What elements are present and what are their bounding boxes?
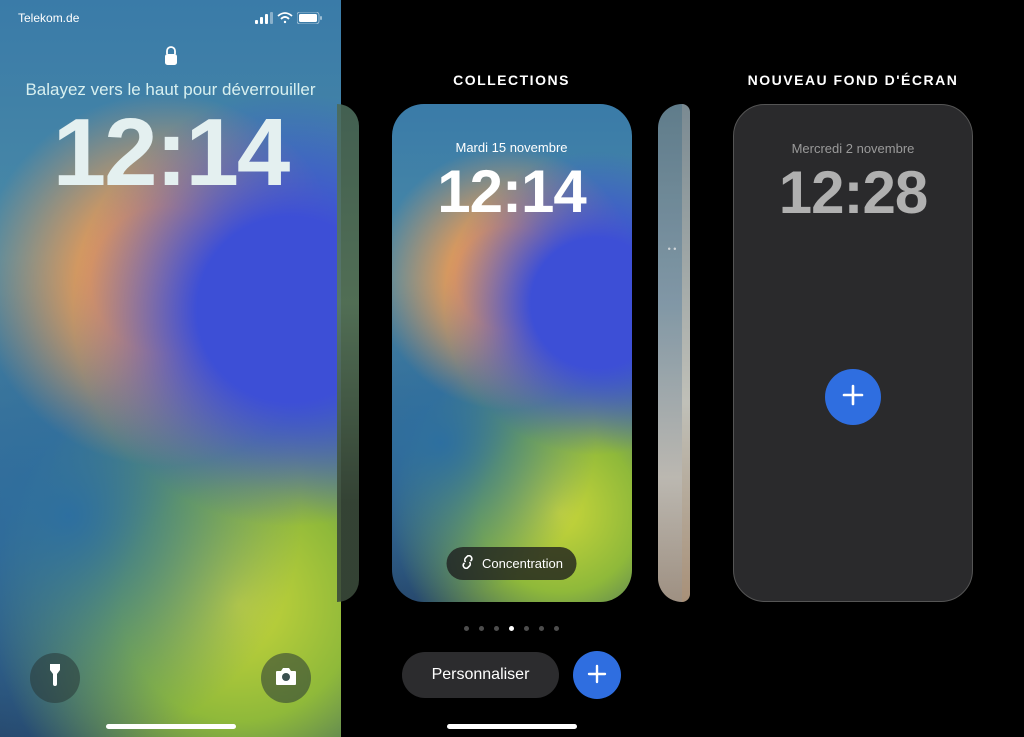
page-dot: [479, 626, 484, 631]
page-indicator: [341, 626, 682, 631]
wallpaper-preview-card[interactable]: Mardi 15 novembre 12:14 Concentration: [392, 104, 632, 602]
battery-icon: [297, 12, 323, 24]
page-dot: [554, 626, 559, 631]
wallpaper-peek-left[interactable]: [337, 104, 359, 602]
camera-icon: [274, 666, 298, 691]
status-bar: Telekom.de: [0, 8, 341, 28]
page-dot: [464, 626, 469, 631]
page-dot: [524, 626, 529, 631]
new-wallpaper-title: NOUVEAU FOND D'ÉCRAN: [682, 72, 1024, 88]
wallpaper-peek-left[interactable]: [682, 104, 690, 602]
link-icon: [460, 555, 474, 572]
plus-icon: [840, 382, 866, 413]
status-right: [255, 12, 323, 24]
flashlight-button[interactable]: [30, 653, 80, 703]
new-wallpaper-card[interactable]: Mercredi 2 novembre 12:28: [733, 104, 973, 602]
collections-panel: COLLECTIONS Mardi 15 novembre 12:14 Conc…: [341, 0, 682, 737]
carrier-label: Telekom.de: [18, 11, 79, 25]
concentration-button[interactable]: Concentration: [446, 547, 577, 580]
page-dot: [494, 626, 499, 631]
lock-clock: 12:14: [0, 98, 341, 208]
page-dot-active: [509, 626, 514, 631]
preview-clock: 12:14: [392, 157, 632, 226]
collections-title: COLLECTIONS: [341, 72, 682, 88]
new-preview-clock: 12:28: [734, 158, 972, 227]
wifi-icon: [277, 12, 293, 24]
home-indicator[interactable]: [447, 724, 577, 729]
page-dot: [539, 626, 544, 631]
create-wallpaper-button[interactable]: [825, 369, 881, 425]
plus-icon: [586, 663, 608, 688]
home-indicator[interactable]: [106, 724, 236, 729]
new-preview-date: Mercredi 2 novembre: [734, 141, 972, 156]
add-wallpaper-button[interactable]: [573, 651, 621, 699]
swipe-hint: Balayez vers le haut pour déverrouiller: [0, 80, 341, 100]
signal-icon: [255, 12, 273, 24]
lock-screen-panel: Telekom.de Balayez vers le haut pour dév…: [0, 0, 341, 737]
personalize-button[interactable]: Personnaliser: [402, 652, 560, 698]
new-wallpaper-panel: NOUVEAU FOND D'ÉCRAN Mercredi 2 novembre…: [682, 0, 1024, 737]
lock-icon: [163, 46, 179, 71]
concentration-label: Concentration: [482, 556, 563, 571]
flashlight-icon: [47, 664, 63, 693]
bottom-actions: Personnaliser: [341, 651, 682, 699]
preview-date: Mardi 15 novembre: [392, 140, 632, 155]
camera-button[interactable]: [261, 653, 311, 703]
peek-widget: • •: [668, 244, 677, 254]
